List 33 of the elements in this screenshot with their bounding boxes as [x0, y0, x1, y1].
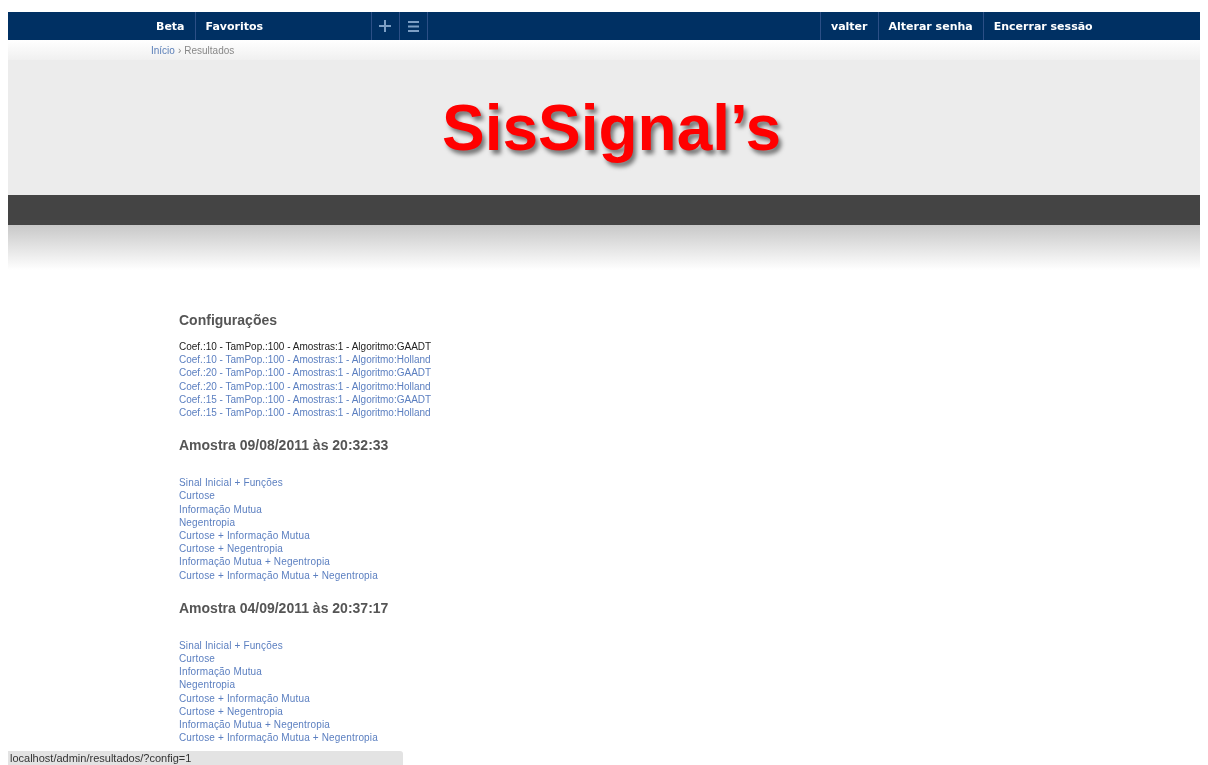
result-link[interactable]: Informação Mutua + Negentropia [179, 555, 330, 569]
configuration-link[interactable]: Coef.:20 - TamPop.:100 - Amostras:1 - Algoritmo:GAADT [179, 366, 432, 380]
result-link[interactable]: Negentropia [179, 515, 236, 530]
result-link[interactable]: Informação Mutua [179, 502, 262, 516]
result-link[interactable]: Curtose + Informação Mutua + Negentropia [179, 568, 378, 582]
status-bar: localhost/admin/resultados/?config=1 [8, 751, 403, 765]
breadcrumb-link[interactable]: Início [151, 44, 175, 56]
result-link[interactable]: Curtose + Negentropia [179, 704, 284, 719]
result-link[interactable]: Informação Mutua [179, 665, 262, 679]
sample-heading: Amostra 04/09/2011 às 20:37:17 [179, 599, 390, 616]
site-logo: SisSignal’s [441, 90, 782, 165]
section-heading: Configurações [179, 312, 278, 328]
sample-heading: Amostra 09/08/2011 às 20:32:33 [179, 437, 390, 454]
result-link[interactable]: Curtose + Informação Mutua [179, 529, 310, 543]
result-link[interactable]: Curtose + Informação Mutua + Negentropia [179, 731, 378, 745]
breadcrumb-current: Resultados [184, 44, 235, 56]
plus-icon [379, 20, 392, 32]
result-link[interactable]: Curtose [179, 652, 216, 666]
breadcrumb-separator: › [177, 44, 182, 56]
menu-icon [407, 20, 419, 32]
result-link[interactable]: Curtose + Informação Mutua [179, 691, 310, 705]
result-link[interactable]: Informação Mutua + Negentropia [179, 718, 330, 732]
result-link[interactable]: Negentropia [179, 678, 236, 692]
result-link[interactable]: Sinal Inicial + Funções [179, 476, 283, 490]
configuration-link[interactable]: Coef.:10 - TamPop.:100 - Amostras:1 - Algoritmo:GAADT [179, 340, 432, 354]
configuration-link[interactable]: Coef.:15 - TamPop.:100 - Amostras:1 - Algoritmo:Holland [179, 406, 431, 420]
result-link[interactable]: Curtose + Negentropia [179, 542, 284, 556]
nav-link[interactable]: Encerrar sessão [983, 12, 1103, 40]
result-link[interactable]: Sinal Inicial + Funções [179, 638, 283, 653]
configuration-link[interactable]: Coef.:10 - TamPop.:100 - Amostras:1 - Algoritmo:Holland [179, 353, 431, 367]
configuration-link[interactable]: Coef.:20 - TamPop.:100 - Amostras:1 - Algoritmo:Holland [179, 379, 431, 393]
configuration-link[interactable]: Coef.:15 - TamPop.:100 - Amostras:1 - Algoritmo:GAADT [179, 392, 432, 406]
result-link[interactable]: Curtose [179, 489, 216, 503]
